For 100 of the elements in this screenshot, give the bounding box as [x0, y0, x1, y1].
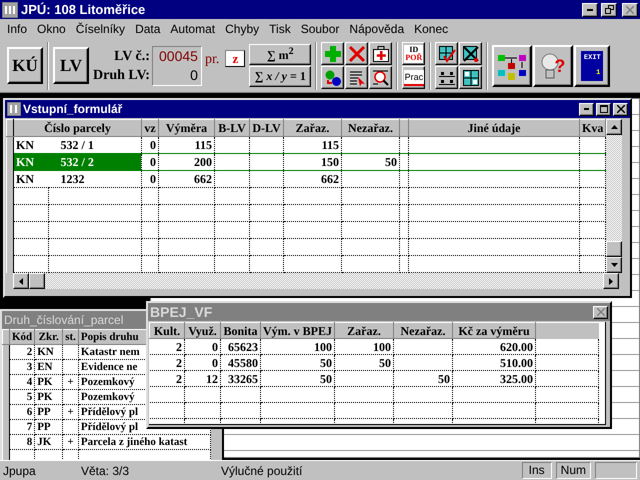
- table-cell: EN: [34, 360, 63, 374]
- prac-button[interactable]: Prac: [402, 66, 426, 89]
- sum-ratio-button[interactable]: ∑ x / y = 1: [249, 66, 312, 87]
- menu-item[interactable]: Okno: [32, 20, 71, 38]
- table-cell: 50: [334, 354, 394, 370]
- rows-button[interactable]: [435, 66, 458, 89]
- lv-type: 0: [190, 66, 198, 84]
- table-cell: 33265: [220, 370, 260, 386]
- medkit-button[interactable]: [369, 42, 392, 65]
- grid-check-icon: [438, 44, 456, 62]
- table-cell: 510.00: [452, 354, 536, 370]
- scroll-down-button[interactable]: [606, 257, 622, 273]
- column-header[interactable]: Výměra: [158, 120, 214, 136]
- menu-item[interactable]: Tisk: [264, 20, 296, 38]
- plus-button[interactable]: [321, 42, 344, 65]
- table-cell: 532 / 2: [48, 154, 142, 170]
- table-cell: Katastr nem: [80, 346, 140, 358]
- column-header[interactable]: B-LV: [214, 120, 250, 136]
- cross-button[interactable]: [345, 42, 368, 65]
- table-cell: 2: [150, 354, 184, 370]
- scroll-left-button[interactable]: [13, 273, 29, 289]
- scroll-thumb[interactable]: [29, 273, 45, 289]
- table-cell: Parcela z jiného katast: [80, 436, 188, 448]
- status-text: Věta: 3/3: [81, 464, 130, 478]
- work-label-icon: Prac: [404, 70, 424, 86]
- column-header[interactable]: Číslo parcely: [14, 120, 142, 136]
- table-cell: 2: [150, 338, 184, 354]
- column-header[interactable]: Zařaz.: [334, 322, 394, 338]
- table-cell: 115: [284, 136, 342, 154]
- table-cell: 7: [10, 420, 35, 434]
- column-header[interactable]: Jiné údaje: [408, 120, 580, 136]
- menu-item[interactable]: Chyby: [220, 20, 264, 38]
- menu-item[interactable]: Info: [2, 20, 32, 38]
- table-cell: 65623: [220, 338, 260, 354]
- table-cell: 115: [158, 136, 214, 154]
- table-cell: Přídělový pl: [80, 420, 138, 432]
- lv-suffix: pr.: [204, 52, 220, 68]
- scroll-right-button[interactable]: [603, 273, 619, 289]
- grid-button[interactable]: [459, 66, 482, 89]
- table-cell: +: [62, 434, 78, 450]
- sum-area-button[interactable]: ∑ m$^{2}$: [249, 44, 312, 65]
- menu-item[interactable]: Data: [130, 20, 166, 38]
- minimize-icon: [584, 108, 589, 110]
- table-cell: +: [62, 374, 78, 390]
- maximize-button[interactable]: [596, 102, 611, 116]
- vertical-scrollbar[interactable]: [606, 119, 622, 273]
- table-cell: Pozemkový: [80, 376, 135, 388]
- grid-check-button[interactable]: [435, 42, 458, 65]
- column-header[interactable]: D-LV: [250, 120, 284, 136]
- cross-icon: [348, 44, 366, 62]
- table-cell: 50: [394, 370, 452, 386]
- table-cell: 620.00: [452, 338, 536, 354]
- sort-button[interactable]: [321, 66, 344, 89]
- column-header[interactable]: vz: [142, 120, 158, 136]
- close-button[interactable]: [613, 102, 628, 116]
- column-header[interactable]: Nezařaz.: [394, 322, 452, 338]
- scroll-thumb[interactable]: [606, 241, 622, 257]
- column-header[interactable]: Kva: [580, 120, 606, 136]
- horizontal-scrollbar[interactable]: [13, 273, 619, 289]
- table-cell: 12: [184, 370, 220, 386]
- column-header[interactable]: Nezařaz.: [342, 120, 400, 136]
- menu-item[interactable]: Nápověda: [344, 20, 410, 38]
- menu-item[interactable]: Automat: [165, 20, 220, 38]
- column-header[interactable]: Bonita: [220, 322, 260, 338]
- table-cell: 0: [184, 354, 220, 370]
- table-cell: 50: [260, 370, 334, 386]
- grid-cross-button[interactable]: [459, 42, 482, 65]
- menu-item[interactable]: Konec: [409, 20, 454, 38]
- menu-item[interactable]: Číselníky: [70, 20, 130, 38]
- diagram-button[interactable]: [492, 44, 532, 86]
- doc-search-button[interactable]: [369, 66, 392, 89]
- restore-icon: [604, 5, 614, 14]
- minimize-button[interactable]: [582, 2, 598, 16]
- column-header[interactable]: Kult.: [150, 322, 184, 338]
- table-cell: 5: [10, 390, 35, 404]
- maximize-icon: [600, 105, 608, 113]
- table-cell: 50: [342, 154, 400, 170]
- lv-number-label: LV č.:: [114, 48, 150, 66]
- ku-button[interactable]: KÚ: [7, 47, 43, 84]
- column-header[interactable]: Zařaz.: [284, 120, 342, 136]
- table-cell: 6: [10, 404, 35, 420]
- minimize-button[interactable]: [579, 102, 594, 116]
- column-header[interactable]: Kč za výměru: [452, 322, 536, 338]
- restore-button[interactable]: [601, 2, 617, 16]
- z-button[interactable]: z: [225, 50, 246, 67]
- scroll-up-button[interactable]: [606, 119, 622, 135]
- close-icon: [626, 6, 634, 14]
- table-cell: 4: [10, 374, 35, 390]
- close-icon: [596, 308, 604, 316]
- table-cell: 150: [284, 154, 342, 170]
- menu-item[interactable]: Soubor: [296, 20, 344, 38]
- lv-type-label: Druh LV:: [93, 66, 150, 84]
- lv-button[interactable]: LV: [53, 47, 89, 84]
- doc-pointer-button[interactable]: [345, 66, 368, 89]
- sort-icon: [324, 68, 342, 86]
- column-header[interactable]: Vým. v BPEJ: [260, 322, 334, 338]
- window-title: BPEJ_VF: [150, 304, 212, 320]
- table-cell: PP: [34, 420, 63, 434]
- table-cell: KN: [34, 344, 63, 360]
- column-header[interactable]: Využ.: [184, 322, 220, 338]
